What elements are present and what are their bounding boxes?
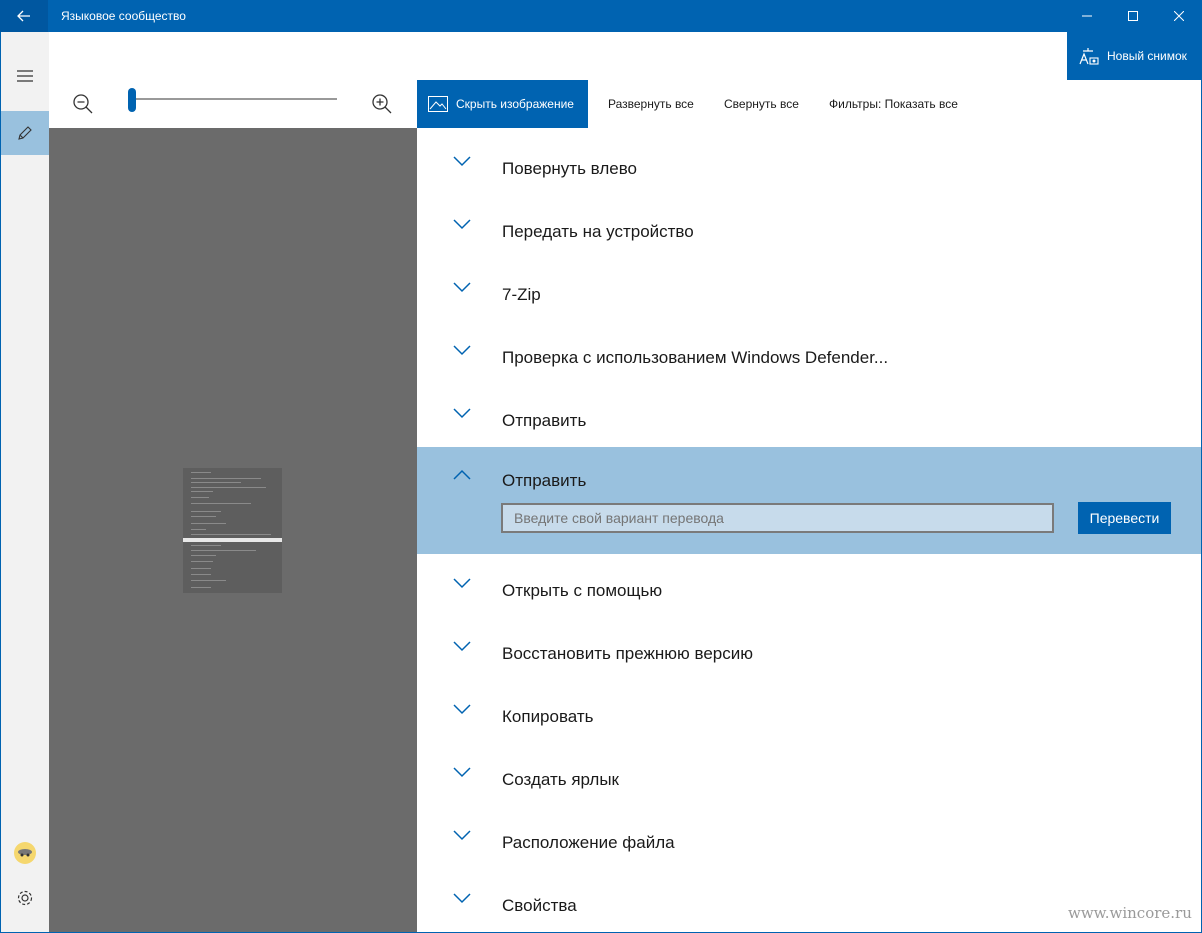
- image-icon: [428, 96, 448, 112]
- hamburger-icon: [17, 70, 33, 82]
- list-item[interactable]: Отправить: [417, 385, 1201, 448]
- window-title: Языковое сообщество: [61, 9, 186, 23]
- list-item[interactable]: Копировать: [417, 681, 1201, 744]
- back-arrow-icon: [17, 10, 30, 22]
- chevron-down-icon[interactable]: [453, 829, 471, 841]
- hide-image-button[interactable]: Скрыть изображение: [417, 80, 588, 128]
- list-item[interactable]: Восстановить прежнюю версию: [417, 618, 1201, 681]
- zoom-slider-thumb[interactable]: [128, 88, 136, 112]
- list-item-label: Свойства: [502, 896, 577, 915]
- list-item[interactable]: Передать на устройство: [417, 196, 1201, 259]
- screenshot-thumbnail: [183, 468, 282, 593]
- minimize-icon: [1082, 15, 1092, 17]
- chevron-down-icon[interactable]: [453, 344, 471, 356]
- chevron-down-icon[interactable]: [453, 218, 471, 230]
- list-item-expanded[interactable]: Отправить Перевести: [417, 447, 1201, 554]
- avatar-icon: [14, 842, 36, 864]
- watermark: www.wincore.ru: [1068, 904, 1192, 922]
- chevron-down-icon[interactable]: [453, 155, 471, 167]
- chevron-down-icon[interactable]: [453, 577, 471, 589]
- list-item[interactable]: Повернуть влево: [417, 133, 1201, 196]
- list-item-label: Создать ярлык: [502, 770, 619, 789]
- back-button[interactable]: [0, 0, 48, 32]
- list-item[interactable]: Свойства: [417, 870, 1201, 932]
- image-preview-pane: [49, 128, 417, 932]
- list-item-label: Открыть с помощью: [502, 581, 663, 600]
- list-item-label: Передать на устройство: [502, 222, 694, 241]
- hide-image-label: Скрыть изображение: [456, 97, 574, 111]
- zoom-in-icon: [372, 94, 392, 114]
- new-snapshot-button[interactable]: Новый снимок: [1067, 32, 1201, 80]
- chevron-down-icon[interactable]: [453, 703, 471, 715]
- translate-camera-icon: [1079, 48, 1099, 65]
- chevron-up-icon[interactable]: [453, 469, 471, 481]
- expand-all-button[interactable]: Развернуть все: [608, 80, 694, 128]
- string-list: Повернуть влево Передать на устройство 7-Z…: [417, 128, 1201, 932]
- edit-nav-button[interactable]: [1, 111, 49, 155]
- list-item-label: Отправить: [502, 411, 587, 430]
- hamburger-menu-button[interactable]: [1, 54, 49, 98]
- list-item-label: Проверка с использованием Windows Defend…: [502, 348, 889, 367]
- list-item-label: Расположение файла: [502, 833, 675, 852]
- zoom-slider-track[interactable]: [133, 98, 337, 100]
- chevron-down-icon[interactable]: [453, 892, 471, 904]
- zoom-out-icon: [73, 94, 93, 114]
- close-icon: [1174, 11, 1184, 21]
- translate-button[interactable]: Перевести: [1078, 502, 1171, 534]
- chevron-down-icon[interactable]: [453, 766, 471, 778]
- chevron-down-icon[interactable]: [453, 640, 471, 652]
- list-item-label: Восстановить прежнюю версию: [502, 644, 753, 663]
- zoom-out-button[interactable]: [71, 92, 95, 116]
- list-item[interactable]: Создать ярлык: [417, 744, 1201, 807]
- list-item-label: Повернуть влево: [502, 159, 637, 178]
- list-item-label: Копировать: [502, 707, 594, 726]
- command-bar: Скрыть изображение Развернуть все Сверну…: [417, 80, 1202, 128]
- collapse-all-button[interactable]: Свернуть все: [724, 80, 799, 128]
- chevron-down-icon[interactable]: [453, 281, 471, 293]
- list-item-label: 7-Zip: [502, 285, 541, 304]
- settings-button[interactable]: [1, 876, 49, 920]
- translation-input[interactable]: [501, 503, 1054, 533]
- title-bar: Языковое сообщество: [0, 0, 1202, 32]
- chevron-down-icon[interactable]: [453, 407, 471, 419]
- minimize-button[interactable]: [1064, 0, 1110, 32]
- left-nav: [1, 32, 49, 932]
- filters-button[interactable]: Фильтры: Показать все: [829, 80, 958, 128]
- new-snapshot-label: Новый снимок: [1107, 49, 1187, 63]
- list-item[interactable]: 7-Zip: [417, 259, 1201, 322]
- zoom-bar: [49, 32, 417, 128]
- list-item[interactable]: Открыть с помощью: [417, 555, 1201, 618]
- list-item-label: Отправить: [502, 471, 587, 490]
- list-item[interactable]: Проверка с использованием Windows Defend…: [417, 322, 1201, 385]
- list-item[interactable]: Расположение файла: [417, 807, 1201, 870]
- maximize-button[interactable]: [1110, 0, 1156, 32]
- pencil-icon: [18, 126, 32, 140]
- avatar-button[interactable]: [1, 831, 49, 875]
- gear-icon: [17, 890, 33, 906]
- close-button[interactable]: [1156, 0, 1202, 32]
- maximize-icon: [1128, 11, 1138, 21]
- zoom-in-button[interactable]: [370, 92, 394, 116]
